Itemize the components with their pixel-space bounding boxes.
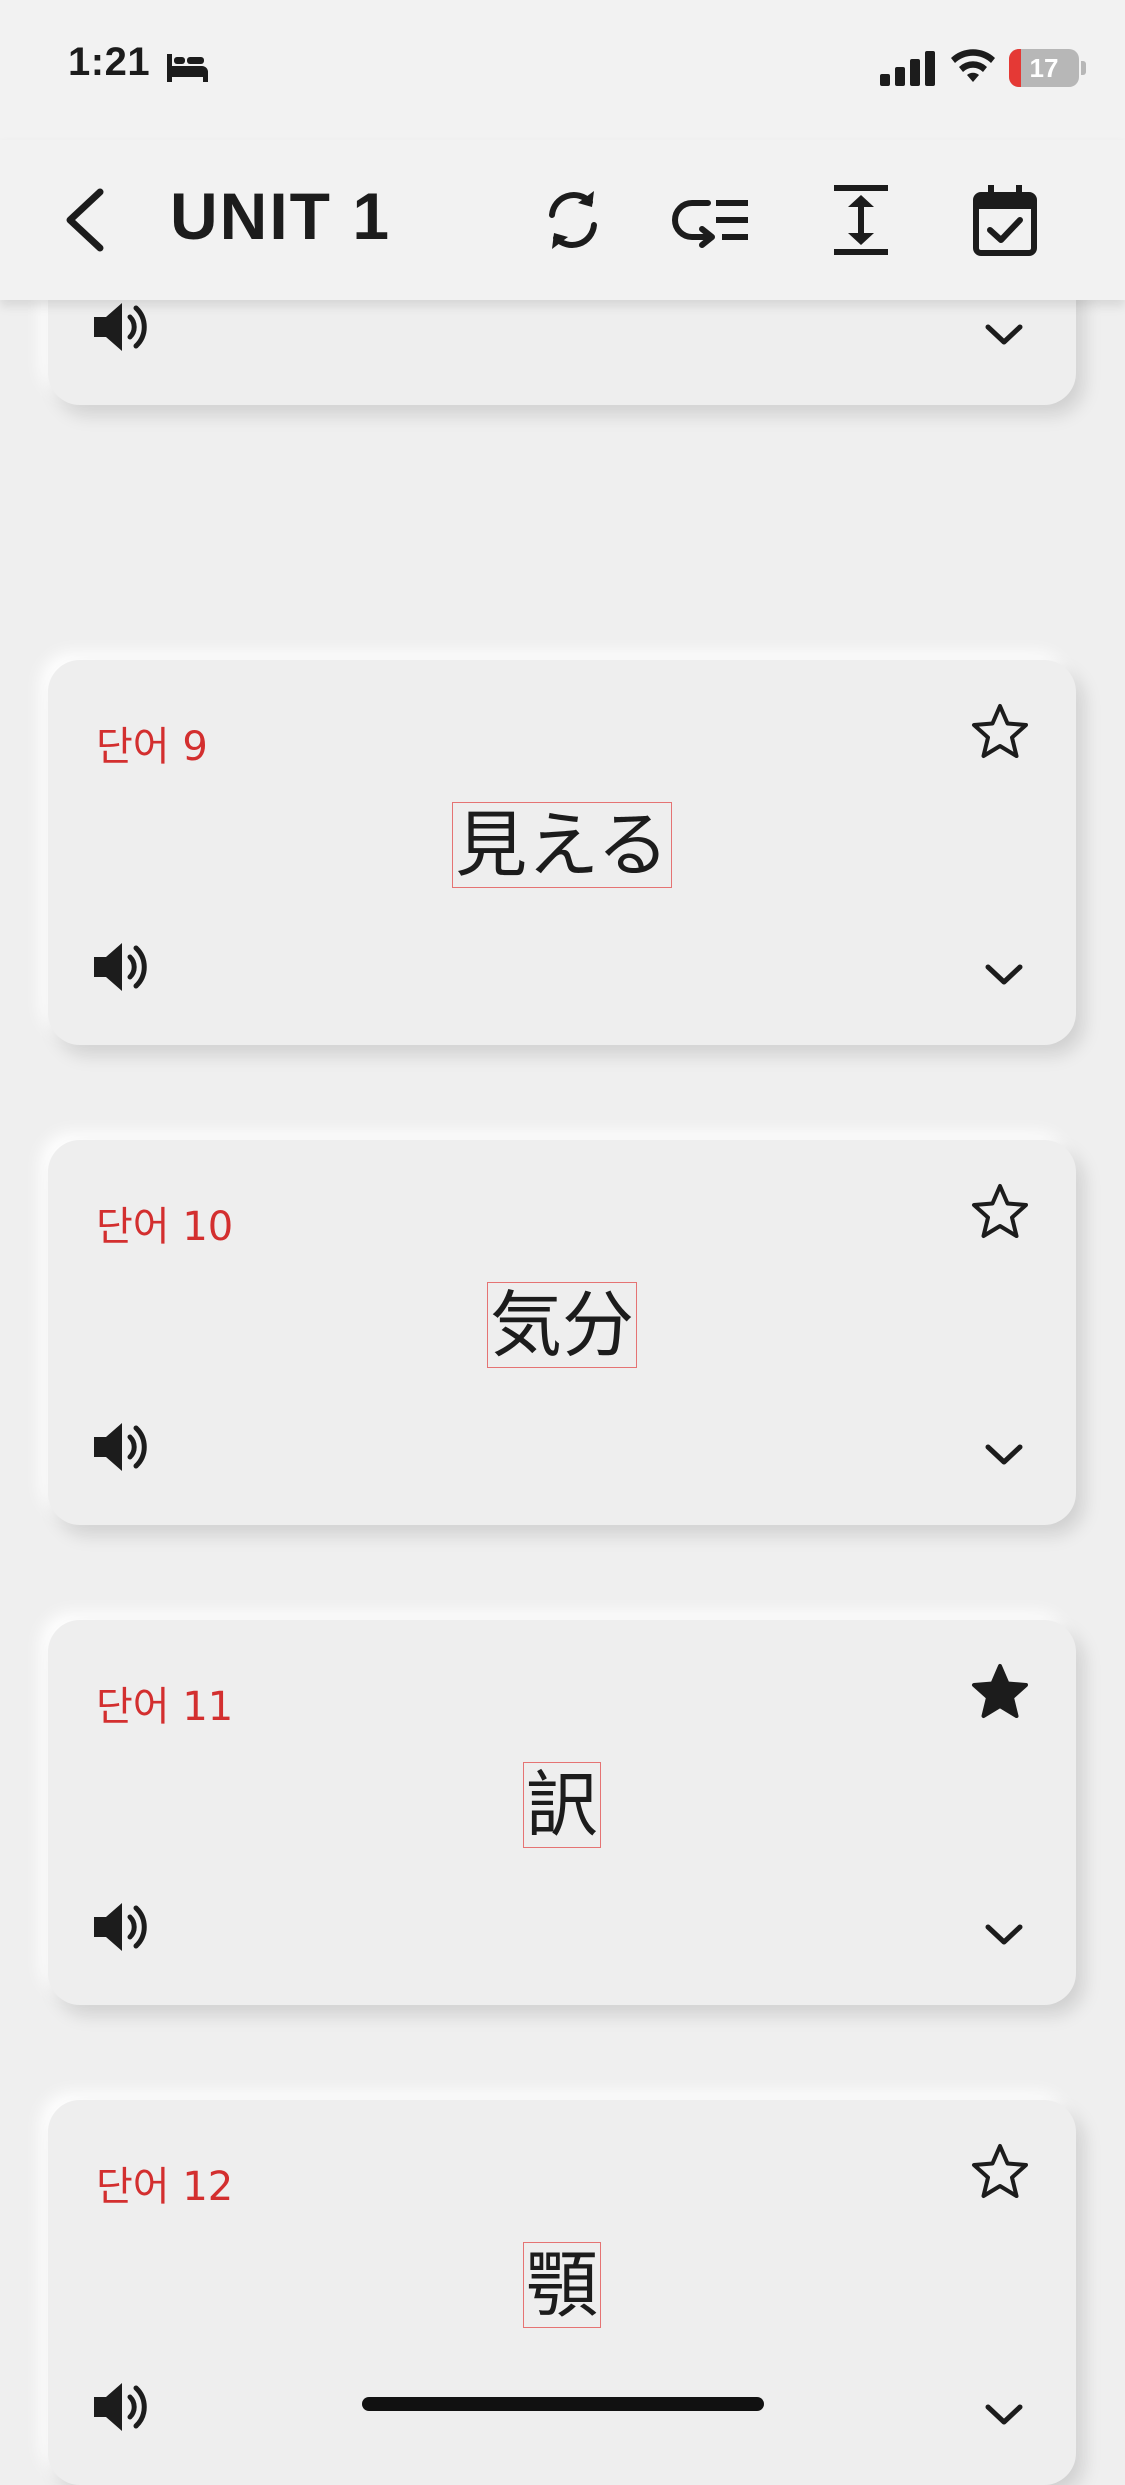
cellular-signal-icon [880,50,936,90]
expand-card-button[interactable] [980,310,1028,358]
chevron-down-icon [985,1924,1023,1945]
app-header: UNIT 1 [0,140,1125,300]
play-audio-button[interactable] [88,2375,152,2439]
play-audio-button[interactable] [88,295,152,359]
word-card[interactable]: 단어 12 顎 [48,2100,1076,2485]
word-number-label: 단어 9 [96,724,208,770]
calendar-button[interactable] [960,175,1050,265]
expand-vertical-icon [834,185,888,255]
chevron-down-icon [985,1444,1023,1465]
word-text: 顎 [522,2242,602,2328]
favorite-button[interactable] [968,2140,1032,2204]
speaker-icon [94,943,147,991]
battery-tip [1081,61,1086,75]
expand-button[interactable] [816,175,906,265]
word-number-label: 단어 11 [96,1684,234,1730]
word-number-label: 단어 10 [96,1204,234,1250]
star-icon [972,1184,1028,1238]
status-time: 1:21 [68,40,151,84]
star-icon [972,704,1028,758]
repeat-button[interactable] [528,175,618,265]
word-card[interactable]: 단어 10 気分 [48,1140,1076,1525]
word-card[interactable]: 단어 9 見える [48,660,1076,1045]
list-order-icon [672,200,748,248]
page-title: UNIT 1 [170,179,392,253]
calendar-check-icon [973,185,1037,256]
word-text-container: 見える [48,802,1076,888]
favorite-button[interactable] [968,700,1032,764]
speaker-icon [94,1423,147,1471]
favorite-button[interactable] [968,1180,1032,1244]
repeat-icon [549,191,597,249]
star-icon [972,2144,1028,2198]
speaker-icon [94,2383,147,2431]
word-text: 訳 [522,1762,602,1848]
word-text: 見える [452,802,672,888]
battery-percent: 17 [1029,53,1059,83]
expand-card-button[interactable] [980,2390,1028,2438]
word-text-container: 顎 [48,2242,1076,2328]
speaker-icon [94,1903,147,1951]
chevron-down-icon [985,2404,1023,2425]
favorite-button[interactable] [968,1660,1032,1724]
word-card-list: 祝う단어 9見える단어 10気分단어 11訳단어 12顎 [0,0,1125,2485]
expand-card-button[interactable] [980,1430,1028,1478]
word-number-label: 단어 12 [96,2164,234,2210]
play-audio-button[interactable] [88,1895,152,1959]
word-card[interactable]: 단어 11 訳 [48,1620,1076,2005]
word-text-container: 訳 [48,1762,1076,1848]
battery-icon: 17 [1009,49,1079,87]
sleep-mode-icon [164,50,210,88]
chevron-down-icon [985,964,1023,985]
status-bar: 1:21 17 [0,0,1125,140]
star-icon [972,1664,1028,1718]
list-order-button[interactable] [672,175,762,265]
back-button[interactable] [56,180,116,260]
play-audio-button[interactable] [88,1415,152,1479]
chevron-down-icon [985,324,1023,345]
word-text-container: 気分 [48,1282,1076,1368]
home-indicator [362,2397,764,2411]
expand-card-button[interactable] [980,1910,1028,1958]
speaker-icon [94,303,147,351]
back-chevron-icon [66,188,104,252]
word-text: 気分 [486,1282,638,1368]
expand-card-button[interactable] [980,950,1028,998]
play-audio-button[interactable] [88,935,152,999]
wifi-icon [950,48,996,88]
